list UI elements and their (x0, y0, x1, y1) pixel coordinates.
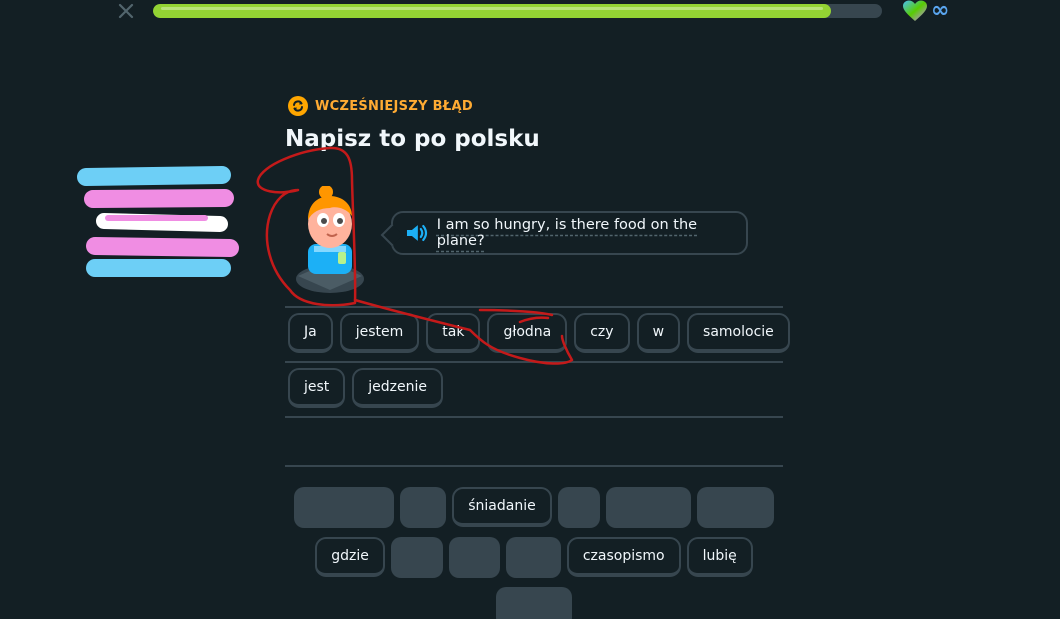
word-bank-empty-slot (400, 487, 447, 528)
answer-word-chip[interactable]: głodna (487, 313, 568, 353)
word-bank-chip[interactable]: lubię (686, 537, 753, 577)
answer-word-chip[interactable]: tak (426, 313, 481, 353)
lesson-screen: ∞ WCZEŚNIEJSZY BŁĄD Napisz to po polsku (0, 0, 1060, 619)
word-bank-row: śniadanie (285, 487, 783, 528)
word-bank-empty-slot (448, 537, 500, 578)
prompt-sentence[interactable]: I am so hungry, is there food on the pla… (437, 217, 746, 249)
progress-bar (153, 4, 882, 18)
answer-word-chip[interactable]: samolocie (687, 313, 790, 353)
word-bank-chip[interactable]: śniadanie (452, 487, 552, 527)
flag-scribble (77, 166, 239, 277)
answer-word-chip[interactable]: jest (288, 368, 346, 408)
word-bank: śniadanie gdzie czasopismo lubię (285, 487, 783, 619)
answer-word-chip[interactable]: jedzenie (352, 368, 444, 408)
word-bank-chip[interactable]: czasopismo (566, 537, 681, 577)
word-bank-empty-slot (390, 537, 443, 578)
word-bank-row: gdzie czasopismo lubię (285, 537, 783, 578)
word-bank-empty-slot (557, 487, 600, 528)
answer-area: Ja jestem tak głodna czy w samolocie jest jedze… (285, 306, 790, 467)
speaker-icon[interactable] (405, 222, 429, 244)
word-bank-row (285, 587, 783, 619)
word-bank-empty-slot (696, 487, 774, 528)
word-bank-empty-slot (505, 537, 561, 578)
previous-mistake-banner: WCZEŚNIEJSZY BŁĄD (288, 96, 473, 116)
word-bank-chip[interactable]: gdzie (315, 537, 385, 577)
progress-fill (153, 4, 831, 18)
answer-line (285, 465, 783, 467)
word-bank-empty-slot (294, 487, 395, 528)
mistake-label: WCZEŚNIEJSZY BŁĄD (315, 98, 473, 114)
hearts-count: ∞ (931, 0, 950, 23)
character-avatar (296, 186, 364, 293)
close-icon[interactable] (114, 0, 138, 22)
answer-word-chip[interactable]: w (636, 313, 681, 353)
answer-row: Ja jestem tak głodna czy w samolocie (285, 308, 790, 356)
heart-icon (903, 0, 927, 21)
word-bank-empty-slot (605, 487, 691, 528)
speech-bubble: I am so hungry, is there food on the pla… (391, 211, 748, 255)
page-title: Napisz to po polsku (285, 126, 540, 152)
answer-word-chip[interactable]: Ja (288, 313, 333, 353)
word-bank-empty-slot (496, 587, 572, 619)
refresh-icon (288, 96, 308, 116)
answer-word-chip[interactable]: jestem (339, 313, 420, 353)
answer-row: jest jedzenie (285, 363, 783, 411)
answer-word-chip[interactable]: czy (574, 313, 630, 353)
